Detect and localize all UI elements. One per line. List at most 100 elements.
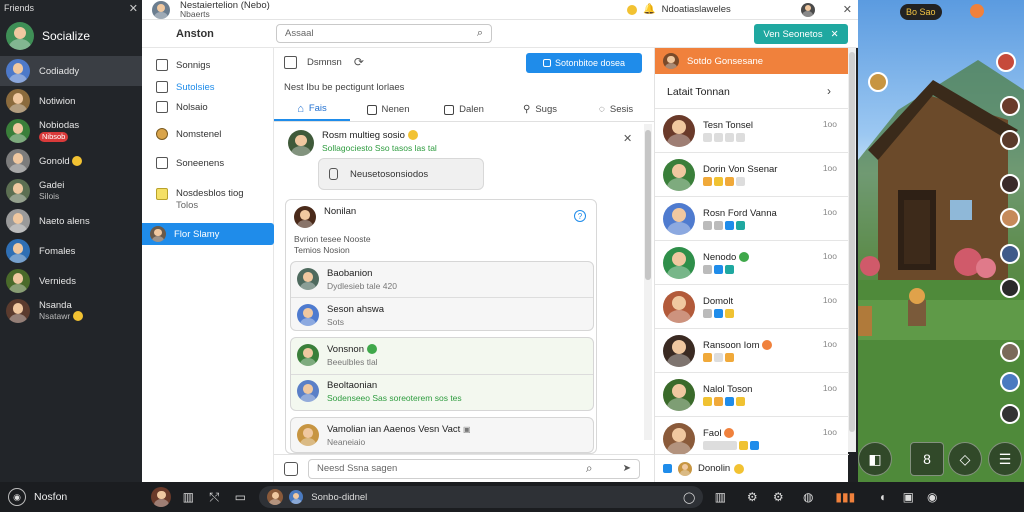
avatar[interactable] xyxy=(800,2,815,17)
window-icon[interactable]: ▭ xyxy=(229,486,251,508)
scroll-thumb[interactable] xyxy=(849,52,855,432)
friend-item[interactable]: Nobiodas Nibsob xyxy=(0,116,142,146)
chevron-right-icon[interactable]: › xyxy=(827,84,831,98)
player-badge[interactable] xyxy=(1000,208,1020,228)
thread-item[interactable]: Beoltaonian Sodenseeo Sas soreoterem sos … xyxy=(297,380,462,405)
nav-item-active[interactable]: Flor Slamy xyxy=(142,223,274,245)
share-icon[interactable]: ⤲ xyxy=(203,486,225,508)
tab-chat[interactable]: ◌ Sesis xyxy=(578,98,654,121)
sound-icon[interactable]: ◉ xyxy=(921,486,943,508)
right-panel-scrollbar[interactable] xyxy=(848,48,856,452)
game-action-button[interactable]: ◧ xyxy=(858,442,892,476)
profile-row[interactable]: Socialize xyxy=(0,16,142,56)
player-badge[interactable] xyxy=(1000,130,1020,150)
message-input[interactable]: Neesd Ssna sagen ⌕ ➤ xyxy=(308,458,640,479)
game-view[interactable]: Bo Sao ◧ 8 ◇ ☰ xyxy=(858,0,1024,482)
player-badge[interactable] xyxy=(1000,404,1020,424)
bars-icon[interactable]: ▥ xyxy=(177,486,199,508)
avatar[interactable] xyxy=(151,487,172,507)
help-icon[interactable]: ? xyxy=(574,210,586,222)
player-badge[interactable] xyxy=(868,72,888,92)
nav-item[interactable]: Nomstenel xyxy=(142,123,274,145)
card-header[interactable]: Nonilan xyxy=(294,206,356,228)
window-subtitle: Nbaerts xyxy=(180,8,210,19)
friend-item[interactable]: Naeto alens xyxy=(0,206,142,236)
diamond-icon[interactable]: ◇ xyxy=(948,442,982,476)
player-badge[interactable] xyxy=(1000,342,1020,362)
nav-item[interactable]: Soneenens xyxy=(142,152,274,174)
nav-item[interactable]: Nolsaio xyxy=(142,96,274,118)
edit-icon[interactable] xyxy=(284,55,297,69)
fire-icon[interactable] xyxy=(970,4,984,18)
player-badge[interactable] xyxy=(1000,278,1020,298)
player-badge[interactable] xyxy=(1000,244,1020,264)
nav-item[interactable]: Sonnigs xyxy=(142,54,274,76)
player-badge[interactable] xyxy=(1000,96,1020,116)
contact-item[interactable]: Nenodo 1oo xyxy=(655,240,849,284)
close-icon[interactable]: ✕ xyxy=(623,132,632,145)
search-icon[interactable]: ⌕ xyxy=(586,461,593,476)
settings-icon[interactable]: ⚙ xyxy=(741,486,763,508)
tab-home[interactable]: ⌂ Fais xyxy=(274,98,350,121)
nav-item[interactable]: Sutolsies xyxy=(142,76,274,98)
search-icon[interactable]: ◯ xyxy=(683,491,695,504)
right-panel-header[interactable]: Sotdo Gonsesane xyxy=(655,48,849,74)
people-icon[interactable]: ▮▮▮ xyxy=(825,486,865,508)
feed-header-label: Dsmnsn xyxy=(307,56,342,68)
contact-item[interactable]: Rosn Ford Vanna 1oo xyxy=(655,196,849,240)
post-preview[interactable]: Rosm multieg sosio Sollagociesto Sso tas… xyxy=(288,130,437,156)
friend-item[interactable]: Fomales xyxy=(0,236,142,266)
send-icon[interactable]: ➤ xyxy=(623,463,631,474)
thread-item[interactable]: Baobanion Dydlesieb tale 420 xyxy=(297,268,397,293)
player-badge[interactable] xyxy=(1000,174,1020,194)
gear-icon[interactable]: ◉ xyxy=(8,488,26,506)
tab-news[interactable]: Nenen xyxy=(350,98,426,121)
tab-events[interactable]: Dalen xyxy=(426,98,502,121)
bell-icon[interactable]: 🔔 xyxy=(643,4,655,15)
friend-item[interactable]: Gonold xyxy=(0,146,142,176)
avatar[interactable] xyxy=(152,0,170,19)
refresh-icon[interactable]: ⟳ xyxy=(354,55,364,69)
player-badge[interactable] xyxy=(996,52,1016,72)
close-icon[interactable]: ✕ xyxy=(129,2,138,15)
contact-item[interactable]: Nalol Toson 1oo xyxy=(655,372,849,416)
feed-scrollbar[interactable] xyxy=(644,124,652,440)
friend-item[interactable]: Notiwion xyxy=(0,86,142,116)
mic-icon[interactable]: ◖ xyxy=(871,486,893,508)
primary-action-button[interactable]: Sotonbitoe dosea xyxy=(526,53,642,73)
status-icon[interactable]: ▣ xyxy=(897,486,919,508)
contact-item[interactable]: Tesn Tonsel 1oo xyxy=(655,108,849,152)
close-icon[interactable]: ✕ xyxy=(843,3,852,16)
scroll-thumb[interactable] xyxy=(645,130,651,280)
app-header: Anston Assaal ⌕ Ven Seonetos ✕ xyxy=(142,20,858,48)
right-panel-footer[interactable]: Donolin xyxy=(655,454,849,482)
menu-icon[interactable]: ☰ xyxy=(988,442,1022,476)
friend-item[interactable]: Vernieds xyxy=(0,266,142,296)
attach-icon[interactable] xyxy=(284,461,298,476)
thread-item[interactable]: Vamolian ian Aaenos Vesn Vact ▣ Neaneiaio xyxy=(297,424,471,449)
player-badge[interactable] xyxy=(1000,372,1020,392)
friend-name: Vernieds xyxy=(39,275,76,287)
search-input[interactable]: Assaal ⌕ xyxy=(276,24,492,43)
post-pill[interactable]: Neusetosonsiodos xyxy=(318,158,484,190)
contact-item[interactable]: Dorin Von Ssenar 1oo xyxy=(655,152,849,196)
game-action-button[interactable]: 8 xyxy=(910,442,944,476)
bars-icon[interactable]: ▥ xyxy=(709,486,731,508)
friend-item[interactable]: Codiaddy xyxy=(0,56,142,86)
header-cta-button[interactable]: Ven Seonetos ✕ xyxy=(754,24,848,44)
gear-icon[interactable]: ⚙ xyxy=(767,486,789,508)
thread-item[interactable]: Vonsnon Beeulbles tlal xyxy=(297,344,378,369)
gamepad-icon[interactable]: ◍ xyxy=(797,486,819,508)
taskbar-search[interactable]: Sonbo-didnel ◯ xyxy=(259,486,704,508)
friend-item[interactable]: Gadei Silois xyxy=(0,176,142,206)
contact-item[interactable]: Domolt 1oo xyxy=(655,284,849,328)
checkbox-icon[interactable] xyxy=(663,464,672,473)
thread-item[interactable]: Seson ahswa Sots xyxy=(297,304,384,329)
tab-groups[interactable]: ⚲ Sugs xyxy=(502,98,578,121)
friend-item[interactable]: Nsanda Nsatawr xyxy=(0,296,142,326)
search-icon[interactable]: ⌕ xyxy=(477,27,483,40)
close-icon[interactable]: ✕ xyxy=(831,29,839,40)
taskbar: ◉ Nosfon ▥ ⤲ ▭ Sonbo-didnel ◯ ▥ ⚙ ⚙ ◍ ▮▮… xyxy=(0,482,1024,512)
contact-item[interactable]: Ransoon Iom 1oo xyxy=(655,328,849,372)
nav-item[interactable]: Nosdesblos tiog Tolos xyxy=(142,184,274,214)
